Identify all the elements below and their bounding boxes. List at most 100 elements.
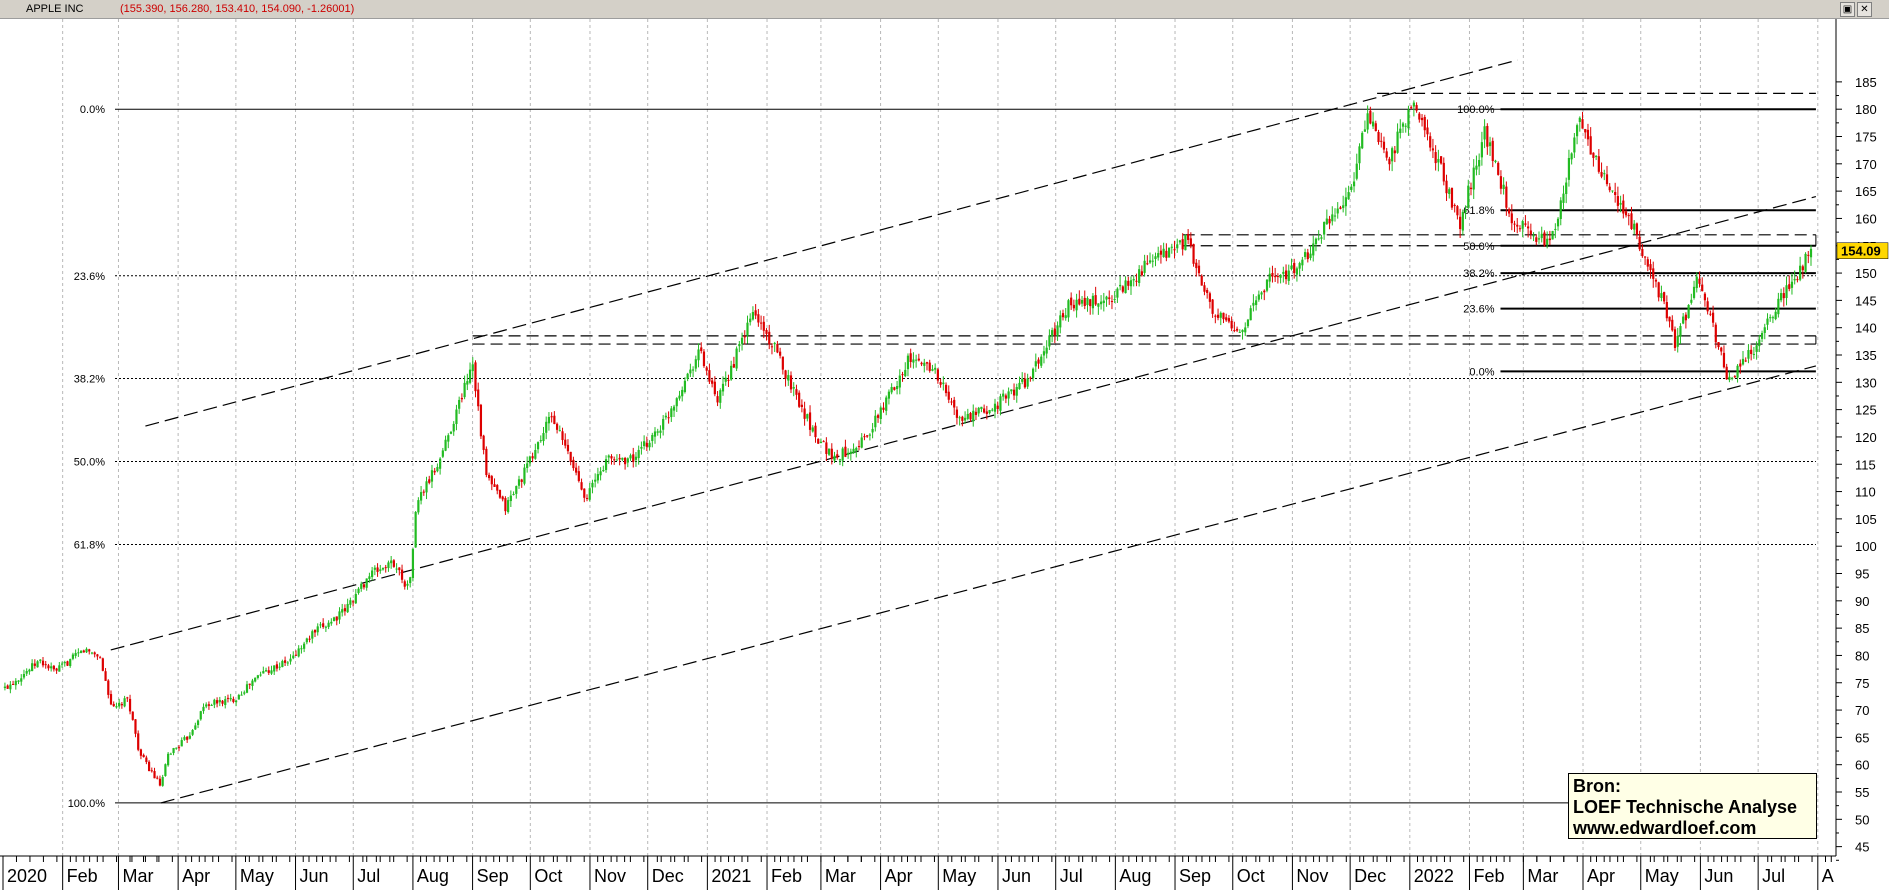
candle-down — [460, 393, 463, 403]
candle-up — [1143, 254, 1146, 277]
candle-down — [479, 403, 483, 440]
candle-down — [1643, 256, 1647, 265]
candle-body — [629, 455, 632, 459]
candle-down — [392, 559, 395, 568]
candle-up — [879, 405, 882, 425]
candle-up — [180, 737, 183, 747]
candle-body — [904, 369, 907, 377]
candle-body — [1021, 379, 1024, 382]
candle-body — [177, 747, 181, 749]
candle-up — [1660, 285, 1663, 302]
candle-body — [479, 404, 483, 437]
candle-body — [588, 488, 591, 500]
candle-body — [1336, 208, 1339, 214]
candle-up — [28, 668, 31, 675]
candle-body — [1575, 125, 1579, 137]
candle-down — [822, 440, 825, 443]
date-tick-label: Oct — [1237, 866, 1265, 886]
candle-body — [882, 407, 885, 410]
candle-down — [1486, 123, 1489, 155]
candle-body — [1709, 313, 1712, 315]
candle-body — [555, 423, 559, 430]
candle-down — [498, 489, 502, 499]
candle-body — [251, 680, 254, 686]
candle-up — [1249, 305, 1252, 321]
candle-down — [1725, 363, 1728, 380]
candle-up — [1255, 296, 1258, 311]
candle-up — [694, 355, 697, 372]
candle-body — [270, 670, 273, 674]
candle-body — [191, 729, 194, 735]
candle-down — [863, 433, 866, 441]
candle-down — [779, 347, 782, 359]
candle-body — [623, 457, 627, 465]
candle-body — [1303, 252, 1307, 257]
candle-body — [678, 395, 681, 399]
candle-body — [425, 481, 428, 493]
candle-body — [1195, 262, 1198, 269]
grid — [62, 19, 1819, 856]
candle-down — [920, 361, 923, 367]
candle-up — [297, 645, 300, 658]
candle-body — [1031, 368, 1035, 379]
candle-body — [305, 638, 308, 643]
candle-down — [944, 382, 948, 397]
candle-down — [1227, 315, 1231, 324]
candle-down — [1061, 309, 1065, 321]
candle-body — [852, 448, 855, 454]
candle-up — [1119, 276, 1122, 291]
candle-body — [1075, 299, 1078, 311]
candle-down — [490, 474, 493, 491]
candle-up — [934, 363, 937, 374]
candle-body — [1649, 264, 1652, 271]
candle-body — [876, 415, 880, 418]
fibonacci-levels: 0.0%23.6%38.2%50.0%61.8%100.0%100.0%61.8… — [68, 104, 1816, 810]
candle-down — [928, 359, 931, 373]
candle-up — [194, 722, 197, 730]
candle-body — [1287, 270, 1290, 281]
candle-body — [1271, 273, 1274, 277]
candle-body — [1279, 274, 1282, 278]
candle-up — [640, 441, 643, 455]
candle-up — [341, 603, 344, 617]
candle-up — [1633, 220, 1636, 235]
candle-body — [47, 665, 50, 669]
candle-up — [264, 667, 268, 672]
candle-body — [667, 417, 670, 419]
candle-up — [915, 354, 918, 368]
candle-down — [82, 649, 85, 653]
date-tick-label: Aug — [417, 866, 449, 886]
candle-up — [332, 616, 336, 622]
candle-up — [303, 641, 306, 653]
candle-body — [830, 448, 833, 459]
candle-body — [749, 318, 752, 323]
candle-up — [218, 696, 221, 707]
candle-body — [11, 683, 15, 685]
candle-body — [860, 437, 863, 448]
candle-body — [248, 683, 251, 685]
candle-up — [621, 457, 624, 462]
candle-body — [1230, 320, 1233, 329]
candle-up — [539, 435, 542, 443]
candle-down — [803, 401, 806, 426]
candle-body — [1589, 136, 1592, 155]
price-tick-label: 95 — [1855, 567, 1869, 582]
candle-down — [128, 694, 132, 715]
candle-body — [1260, 292, 1263, 295]
candle-up — [411, 548, 415, 582]
candle-down — [572, 456, 575, 471]
date-tick-label: Feb — [1473, 866, 1504, 886]
fib-short-label: 23.6% — [1463, 304, 1494, 316]
candle-body — [1089, 299, 1092, 307]
candle-up — [1265, 279, 1269, 293]
candle-down — [207, 701, 211, 710]
candle-body — [362, 584, 366, 588]
price-tick-label: 170 — [1855, 157, 1877, 172]
candle-down — [1499, 170, 1503, 195]
candle-body — [1252, 302, 1255, 306]
candle-body — [150, 770, 153, 772]
candle-down — [501, 495, 504, 502]
candle-body — [1105, 296, 1108, 300]
date-tick-label: Jul — [1060, 866, 1083, 886]
candle-down — [569, 451, 572, 466]
